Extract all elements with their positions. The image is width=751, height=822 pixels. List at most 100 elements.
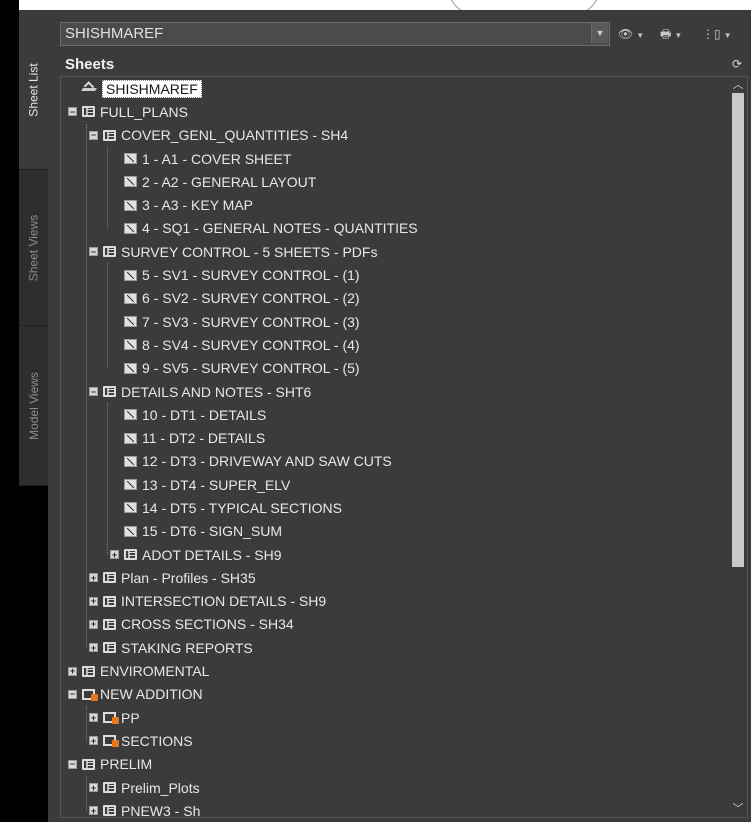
sheet-subset-icon xyxy=(124,549,137,561)
collapse-icon[interactable]: − xyxy=(68,759,77,769)
scroll-down-icon[interactable]: ﹀ xyxy=(729,801,747,817)
tree-item[interactable]: − SURVEY CONTROL - 5 SHEETS - PDFs xyxy=(61,240,729,263)
sheet-subset-icon xyxy=(103,805,116,817)
collapse-icon[interactable]: − xyxy=(68,107,77,117)
sheet-icon xyxy=(124,479,137,491)
sheet-subset-icon xyxy=(82,758,95,770)
tree-item-label: CROSS SECTIONS - SH34 xyxy=(121,616,294,633)
expand-icon[interactable]: + xyxy=(89,713,98,723)
tree-item-label: STAKING REPORTS xyxy=(121,639,253,656)
tree-item[interactable]: + ENVIROMENTAL xyxy=(61,659,729,682)
expand-icon[interactable]: + xyxy=(89,736,98,746)
tree-item[interactable]: 2 - A2 - GENERAL LAYOUT xyxy=(61,170,729,193)
tree-item-label: FULL_PLANS xyxy=(100,103,188,120)
tree-item[interactable]: 9 - SV5 - SURVEY CONTROL - (5) xyxy=(61,357,729,380)
left-black-strip xyxy=(0,0,19,822)
sheet-icon xyxy=(124,269,137,281)
chevron-down-icon[interactable]: ▼ xyxy=(591,23,608,43)
collapse-icon[interactable]: − xyxy=(68,689,77,699)
tree-item-label: 8 - SV4 - SURVEY CONTROL - (4) xyxy=(142,336,360,353)
tree-item[interactable]: − PRELIM xyxy=(61,753,729,776)
tree-item[interactable]: 13 - DT4 - SUPER_ELV xyxy=(61,473,729,496)
project-select-value: SHISHMAREF xyxy=(65,25,164,42)
tab-bar-empty-area xyxy=(19,486,48,822)
tree-item-label: 3 - A3 - KEY MAP xyxy=(142,197,254,214)
collapse-icon[interactable]: − xyxy=(89,130,98,140)
sheet-subset-icon xyxy=(103,642,116,654)
layout-icon[interactable]: ⋮▯ ▼ xyxy=(702,24,732,44)
tree-item[interactable]: 10 - DT1 - DETAILS xyxy=(61,403,729,426)
subset-override-icon xyxy=(82,688,98,701)
eye-icon[interactable]: 👁 ▼ xyxy=(618,24,644,44)
tree-item[interactable]: + Prelim_Plots xyxy=(61,776,729,799)
tree-item[interactable]: 5 - SV1 - SURVEY CONTROL - (1) xyxy=(61,263,729,286)
tree-item[interactable]: + PNEW3 - Sh xyxy=(61,799,729,817)
sheet-icon xyxy=(124,199,137,211)
subset-override-icon xyxy=(103,712,119,725)
tree-item[interactable]: 8 - SV4 - SURVEY CONTROL - (4) xyxy=(61,333,729,356)
tab-model-views-label: Model Views xyxy=(26,371,41,440)
expand-icon[interactable]: + xyxy=(89,596,98,606)
expand-icon[interactable]: + xyxy=(89,573,98,583)
expand-icon[interactable]: + xyxy=(68,666,77,676)
expand-icon[interactable]: + xyxy=(110,550,119,560)
tree-item-label: DETAILS AND NOTES - SHT6 xyxy=(121,383,312,400)
tree-item[interactable]: SHISHMAREF xyxy=(61,77,729,100)
tree-item[interactable]: 15 - DT6 - SIGN_SUM xyxy=(61,520,729,543)
tree-item-label: INTERSECTION DETAILS - SH9 xyxy=(121,593,327,610)
expand-icon[interactable]: + xyxy=(89,643,98,653)
tree-item[interactable]: + SECTIONS xyxy=(61,729,729,752)
scroll-up-icon[interactable]: ︿ xyxy=(729,77,747,93)
sheet-subset-icon xyxy=(103,129,116,141)
tree-item-label: ENVIROMENTAL xyxy=(100,663,210,680)
tree-item[interactable]: − FULL_PLANS xyxy=(61,100,729,123)
vertical-scrollbar[interactable]: ︿ ﹀ xyxy=(729,77,747,817)
refresh-icon[interactable]: ⟳ xyxy=(732,57,742,71)
tab-sheet-views[interactable]: Sheet Views xyxy=(19,170,48,326)
print-icon[interactable]: 🖶 ▼ xyxy=(660,24,682,44)
tree-item[interactable]: 12 - DT3 - DRIVEWAY AND SAW CUTS xyxy=(61,450,729,473)
tree-item-label: Plan - Profiles - SH35 xyxy=(121,569,256,586)
tree-item[interactable]: − NEW ADDITION xyxy=(61,683,729,706)
tree-item[interactable]: 1 - A1 - COVER SHEET xyxy=(61,147,729,170)
tree-item[interactable]: − COVER_GENL_QUANTITIES - SH4 xyxy=(61,124,729,147)
scroll-thumb[interactable] xyxy=(732,93,744,568)
collapse-icon[interactable]: − xyxy=(89,387,98,396)
tree-guide-line xyxy=(107,146,108,229)
expand-icon[interactable]: + xyxy=(89,783,98,793)
expand-icon[interactable]: + xyxy=(89,619,98,629)
expand-icon[interactable]: + xyxy=(89,806,98,816)
tree-item[interactable]: + STAKING REPORTS xyxy=(61,636,729,659)
tree-item-label: 12 - DT3 - DRIVEWAY AND SAW CUTS xyxy=(142,453,392,470)
tab-sheet-list[interactable]: Sheet List xyxy=(19,10,48,170)
scroll-track[interactable] xyxy=(732,93,744,801)
tab-model-views[interactable]: Model Views xyxy=(19,326,48,486)
header-toolbar: SHISHMAREF ▼ 👁 ▼ 🖶 ▼ ⋮▯ ▼ xyxy=(60,22,748,46)
sheet-subset-icon xyxy=(103,782,116,794)
sheet-icon xyxy=(124,525,137,537)
tree-guide-line xyxy=(86,123,87,648)
tree-item[interactable]: 4 - SQ1 - GENERAL NOTES - QUANTITIES xyxy=(61,217,729,240)
tree-item[interactable]: 14 - DT5 - TYPICAL SECTIONS xyxy=(61,496,729,519)
tree-item[interactable]: 7 - SV3 - SURVEY CONTROL - (3) xyxy=(61,310,729,333)
sheet-icon xyxy=(124,362,137,374)
sheet-subset-icon xyxy=(82,665,95,677)
tree-item[interactable]: + CROSS SECTIONS - SH34 xyxy=(61,613,729,636)
tree-guide-line xyxy=(86,776,87,811)
tree-item-label: 14 - DT5 - TYPICAL SECTIONS xyxy=(142,499,342,516)
tree-item[interactable]: − DETAILS AND NOTES - SHT6 xyxy=(61,380,729,403)
tree-item-label: 9 - SV5 - SURVEY CONTROL - (5) xyxy=(142,360,360,377)
tree-item-label: COVER_GENL_QUANTITIES - SH4 xyxy=(121,127,349,144)
tree-item[interactable]: 6 - SV2 - SURVEY CONTROL - (2) xyxy=(61,287,729,310)
tree-item[interactable]: + Plan - Profiles - SH35 xyxy=(61,566,729,589)
tree-item[interactable]: + INTERSECTION DETAILS - SH9 xyxy=(61,590,729,613)
tree-item[interactable]: + ADOT DETAILS - SH9 xyxy=(61,543,729,566)
tree-item-label: 5 - SV1 - SURVEY CONTROL - (1) xyxy=(142,267,360,284)
tree-guide-line xyxy=(86,706,87,742)
tree-item[interactable]: + PP xyxy=(61,706,729,729)
project-select[interactable]: SHISHMAREF xyxy=(60,22,610,46)
tree-item[interactable]: 3 - A3 - KEY MAP xyxy=(61,193,729,216)
tree-item-label: 10 - DT1 - DETAILS xyxy=(142,406,267,423)
tree-item[interactable]: 11 - DT2 - DETAILS xyxy=(61,426,729,449)
collapse-icon[interactable]: − xyxy=(89,247,98,257)
